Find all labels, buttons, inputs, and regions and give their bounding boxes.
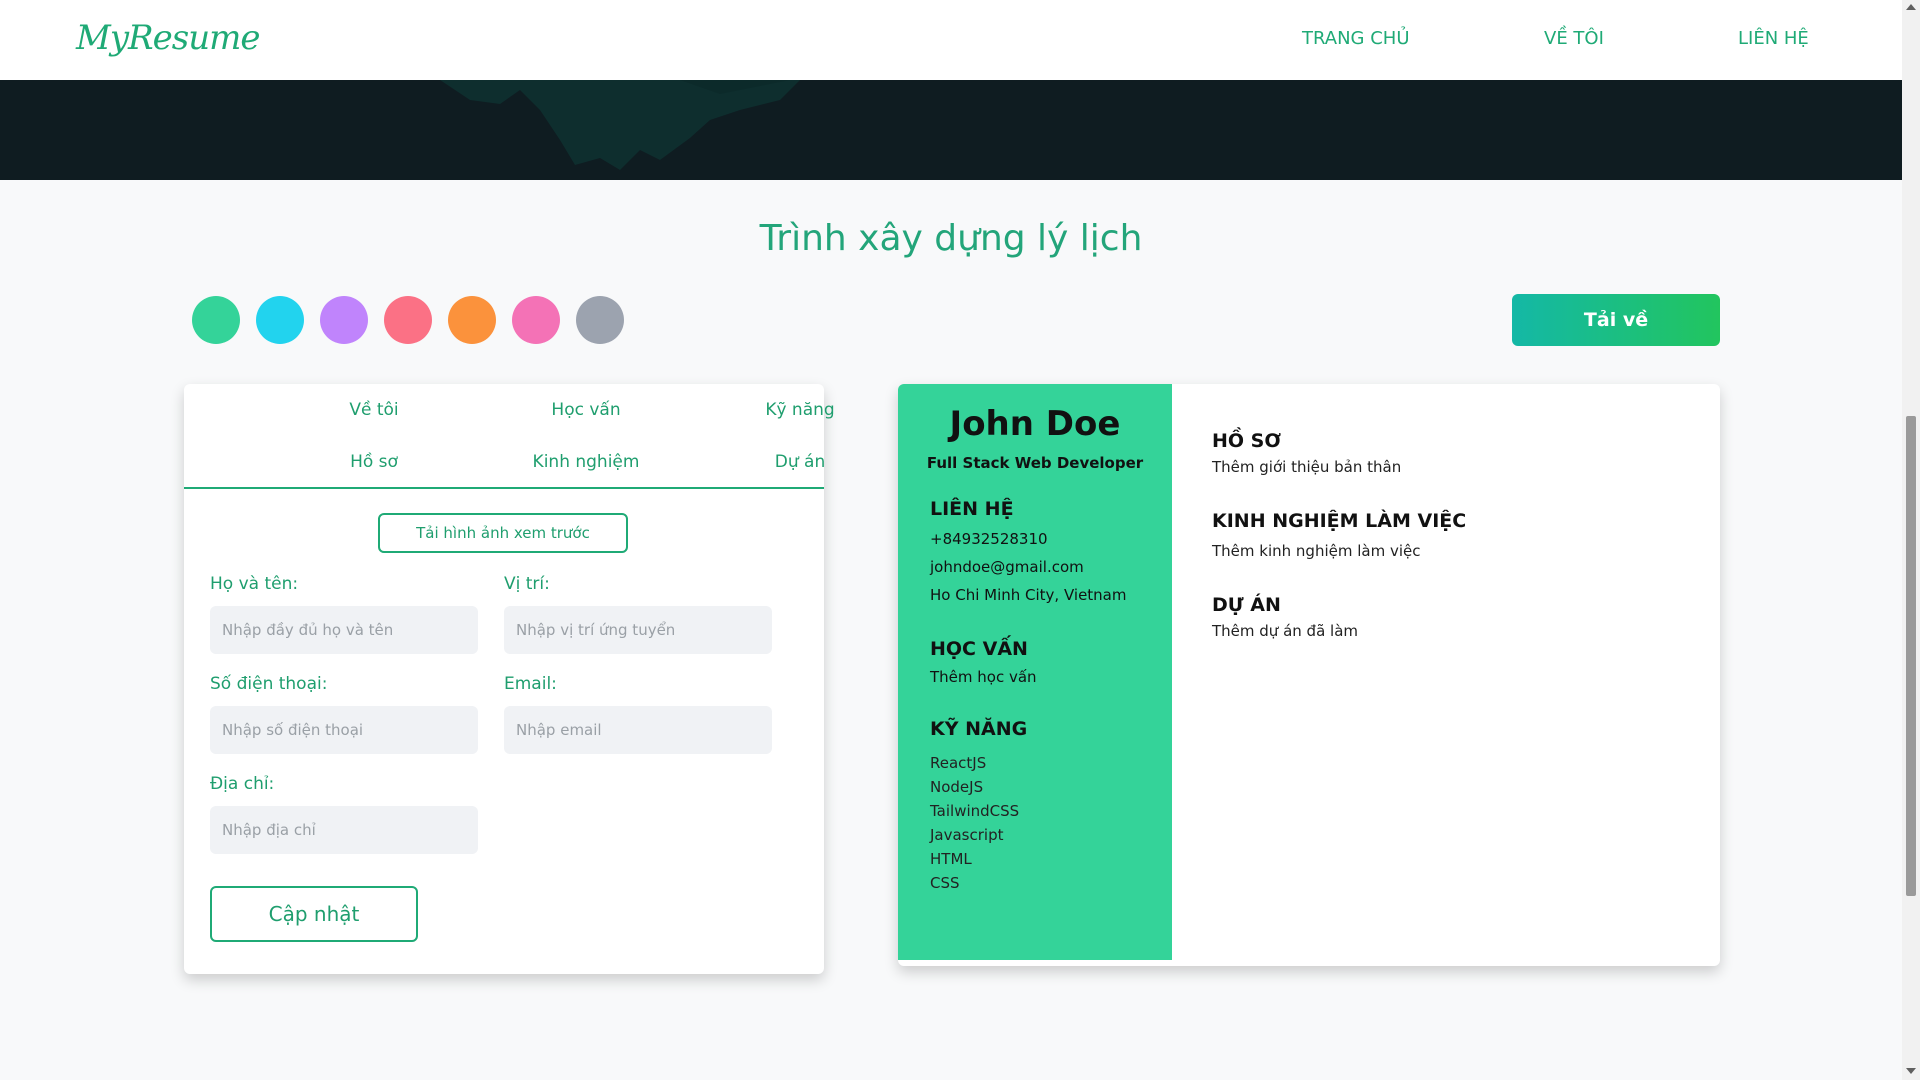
tab-education[interactable]: Học vấn <box>486 400 686 420</box>
profile-text: Thêm giới thiệu bản thân <box>1212 458 1402 476</box>
skill-item: CSS <box>930 874 960 892</box>
scroll-up-icon[interactable] <box>1906 4 1916 10</box>
brand-logo[interactable]: MyResume <box>76 18 260 58</box>
resume-form-card: Về tôi Học vấn Kỹ năng Hồ sơ Kinh nghiệm… <box>184 384 835 974</box>
experience-text: Thêm kinh nghiệm làm việc <box>1212 542 1421 560</box>
resume-preview: John Doe Full Stack Web Developer LIÊN H… <box>898 384 1720 966</box>
address-label: Địa chỉ: <box>210 774 275 794</box>
email-label: Email: <box>504 674 557 694</box>
tab-about[interactable]: Về tôi <box>274 400 474 420</box>
skill-item: Javascript <box>930 826 1004 844</box>
color-swatch-green[interactable] <box>192 296 240 344</box>
education-heading: HỌC VẤN <box>930 638 1028 660</box>
contact-address: Ho Chi Minh City, Vietnam <box>930 586 1127 604</box>
resume-name: John Doe <box>949 404 1121 444</box>
resume-job-title: Full Stack Web Developer <box>926 454 1144 472</box>
tab-projects[interactable]: Dự án <box>700 452 900 472</box>
navbar: MyResume TRANG CHỦ VỀ TÔI LIÊN HỆ <box>0 0 1902 80</box>
contact-email: johndoe@gmail.com <box>930 558 1084 576</box>
projects-text: Thêm dự án đã làm <box>1212 622 1358 640</box>
tab-profile[interactable]: Hồ sơ <box>274 452 474 472</box>
skills-heading: KỸ NĂNG <box>930 718 1028 740</box>
page-scrollbar[interactable] <box>1902 0 1920 1080</box>
skill-item: NodeJS <box>930 778 984 796</box>
scroll-down-icon[interactable] <box>1906 1068 1916 1074</box>
color-swatch-pink[interactable] <box>512 296 560 344</box>
world-map-silhouette <box>440 80 800 170</box>
download-button[interactable]: Tải về <box>1512 294 1720 346</box>
nav-link-about[interactable]: VỀ TÔI <box>1544 28 1604 49</box>
fullname-label: Họ và tên: <box>210 574 299 594</box>
nav-link-home[interactable]: TRANG CHỦ <box>1302 28 1410 49</box>
phone-label: Số điện thoại: <box>210 674 328 694</box>
skill-item: TailwindCSS <box>930 802 1020 820</box>
address-input[interactable] <box>210 806 478 854</box>
color-swatch-purple[interactable] <box>320 296 368 344</box>
education-text: Thêm học vấn <box>930 668 1037 686</box>
skill-item: HTML <box>930 850 972 868</box>
position-label: Vị trí: <box>504 574 550 594</box>
nav-link-contact[interactable]: LIÊN HỆ <box>1738 28 1809 49</box>
tab-skills[interactable]: Kỹ năng <box>700 400 900 420</box>
color-swatch-red[interactable] <box>384 296 432 344</box>
phone-input[interactable] <box>210 706 478 754</box>
tab-divider <box>184 487 824 489</box>
tab-experience[interactable]: Kinh nghiệm <box>486 452 686 472</box>
resume-sidebar: John Doe Full Stack Web Developer LIÊN H… <box>898 384 1172 960</box>
contact-heading: LIÊN HỆ <box>930 498 1014 520</box>
experience-heading: KINH NGHIỆM LÀM VIỆC <box>1212 510 1467 532</box>
email-input[interactable] <box>504 706 772 754</box>
scroll-thumb[interactable] <box>1906 416 1916 896</box>
color-swatch-cyan[interactable] <box>256 296 304 344</box>
update-button[interactable]: Cập nhật <box>210 886 418 942</box>
upload-preview-image-button[interactable]: Tải hình ảnh xem trước <box>378 513 628 553</box>
profile-heading: HỒ SƠ <box>1212 430 1281 452</box>
position-input[interactable] <box>504 606 772 654</box>
page-title: Trình xây dựng lý lịch <box>759 218 1143 259</box>
color-swatch-orange[interactable] <box>448 296 496 344</box>
fullname-input[interactable] <box>210 606 478 654</box>
hero-banner <box>0 80 1902 180</box>
contact-phone: +84932528310 <box>930 530 1048 548</box>
projects-heading: DỰ ÁN <box>1212 594 1281 616</box>
color-swatch-gray[interactable] <box>576 296 624 344</box>
skill-item: ReactJS <box>930 754 987 772</box>
